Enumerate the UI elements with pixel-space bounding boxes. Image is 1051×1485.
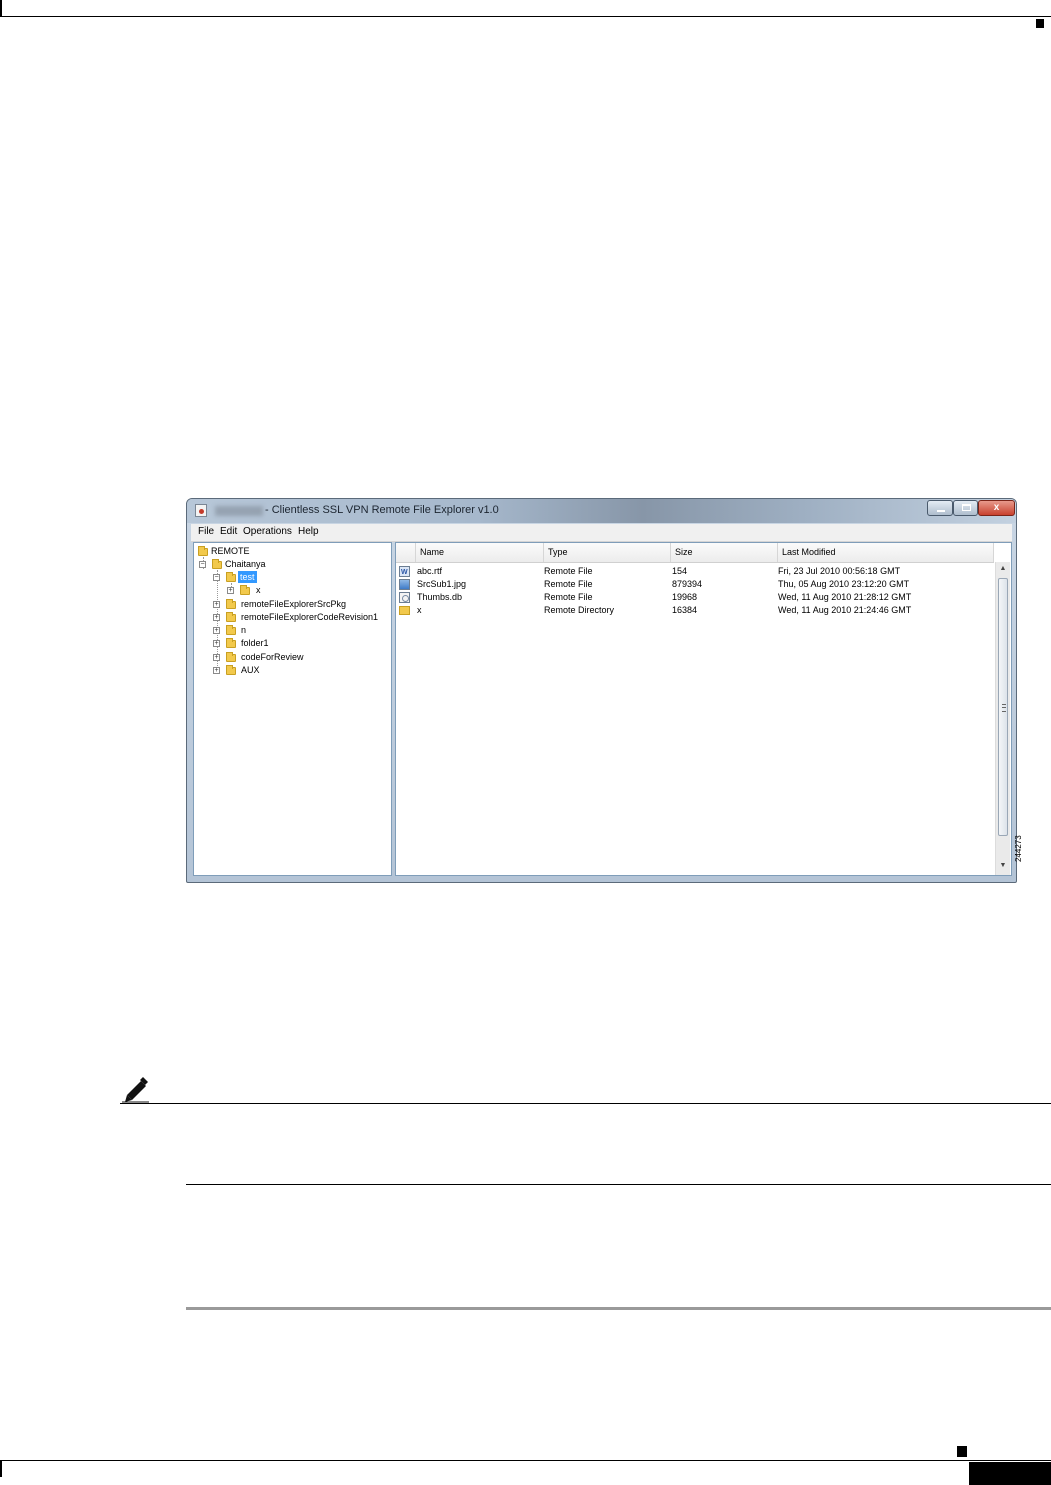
header-left-tick [0,0,2,17]
expand-icon[interactable]: + [213,654,220,661]
rtf-document-icon [399,566,410,579]
minimize-button[interactable] [927,500,953,516]
tree-label: AUX [241,665,260,675]
expand-icon[interactable]: + [227,587,234,594]
file-row[interactable]: SrcSub1.jpg Remote File 879394 Thu, 05 A… [396,578,994,591]
maximize-button[interactable] [953,500,978,516]
file-modified: Fri, 23 Jul 2010 00:56:18 GMT [778,566,901,576]
folder-icon [399,606,410,615]
footer-rule [0,1460,1051,1461]
file-size: 879394 [672,579,703,589]
footer-left-tick [0,1461,2,1477]
expand-icon[interactable]: + [213,614,220,621]
vertical-scrollbar[interactable]: ▲ ▼ [995,562,1010,875]
tree-label: x [256,585,261,595]
column-header-type[interactable]: Type [544,543,671,562]
file-modified: Wed, 11 Aug 2010 21:28:12 GMT [778,592,912,602]
file-name: abc.rtf [417,566,443,576]
note-pencil-icon [122,1077,149,1103]
java-app-icon [195,504,207,517]
file-type: Remote File [544,566,593,576]
redacted-host [215,506,263,516]
header-rule [0,16,1051,17]
file-modified: Thu, 05 Aug 2010 23:12:20 GMT [778,579,910,589]
file-name: Thumbs.db [417,592,463,602]
file-size: 16384 [672,605,698,615]
column-header-icon [396,543,416,562]
folder-icon [198,546,208,556]
folder-icon [212,559,222,569]
folder-icon [226,625,236,635]
menu-bar: File Edit Operations Help [191,524,1012,542]
image-file-icon [399,579,410,590]
menu-help[interactable]: Help [298,526,319,537]
grip-icon [1002,704,1006,712]
section-end-rule [186,1307,1051,1310]
file-size: 154 [672,566,688,576]
tree-label: folder1 [241,638,269,648]
close-button[interactable]: x [978,500,1015,516]
file-row[interactable]: abc.rtf Remote File 154 Fri, 23 Jul 2010… [396,565,994,579]
tree-label-selected: test [238,571,257,583]
tree-label: remoteFileExplorerCodeRevision1 [241,612,379,622]
file-row[interactable]: Thumbs.db Remote File 19968 Wed, 11 Aug … [396,591,994,604]
folder-icon [226,652,236,662]
header-marker [1036,19,1044,28]
tree-label: Chaitanya [225,559,266,569]
expand-icon[interactable]: + [213,627,220,634]
file-row[interactable]: x Remote Directory 16384 Wed, 11 Aug 201… [396,604,994,617]
note-bottom-rule [186,1184,1051,1185]
file-modified: Wed, 11 Aug 2010 21:24:46 GMT [778,605,912,615]
menu-edit[interactable]: Edit [220,526,237,537]
scroll-up-icon[interactable]: ▲ [996,562,1010,576]
expand-icon[interactable]: + [213,601,220,608]
folder-tree[interactable]: REMOTE − Chaitanya − test + x + remoteFi… [193,542,392,876]
scroll-down-icon[interactable]: ▼ [996,859,1010,873]
page-number-tab [969,1462,1051,1485]
folder-icon [226,572,236,582]
folder-icon [226,599,236,609]
folder-icon [226,612,236,622]
file-type: Remote Directory [544,605,615,615]
file-name: x [417,605,422,615]
tree-label: REMOTE [211,546,250,556]
title-bar[interactable]: - Clientless SSL VPN Remote File Explore… [187,499,1016,523]
remote-file-explorer-window: - Clientless SSL VPN Remote File Explore… [186,498,1017,883]
scroll-thumb[interactable] [998,578,1008,836]
tree-label: remoteFileExplorerSrcPkg [241,599,347,609]
column-header-name[interactable]: Name [416,543,544,562]
file-list-header: Name Type Size Last Modified [396,543,994,563]
file-type: Remote File [544,592,593,602]
footer-marker [957,1446,967,1457]
note-top-rule [120,1103,1051,1104]
column-header-modified[interactable]: Last Modified [778,543,994,562]
window-title: - Clientless SSL VPN Remote File Explore… [265,504,499,516]
menu-file[interactable]: File [198,526,214,537]
expand-icon[interactable]: + [213,640,220,647]
tree-label: n [241,625,247,635]
folder-icon [226,665,236,675]
figure-number: 244273 [1014,835,1023,862]
database-file-icon [399,592,410,603]
tree-label: codeForReview [241,652,304,662]
file-size: 19968 [672,592,698,602]
folder-icon [226,638,236,648]
collapse-icon[interactable]: − [199,561,206,568]
folder-icon [240,585,250,595]
file-type: Remote File [544,579,593,589]
menu-operations[interactable]: Operations [243,526,292,537]
collapse-icon[interactable]: − [213,574,220,581]
expand-icon[interactable]: + [213,667,220,674]
file-list[interactable]: Name Type Size Last Modified abc.rtf Rem… [395,542,1012,876]
column-header-size[interactable]: Size [671,543,778,562]
file-name: SrcSub1.jpg [417,579,467,589]
close-icon: x [993,502,1000,513]
